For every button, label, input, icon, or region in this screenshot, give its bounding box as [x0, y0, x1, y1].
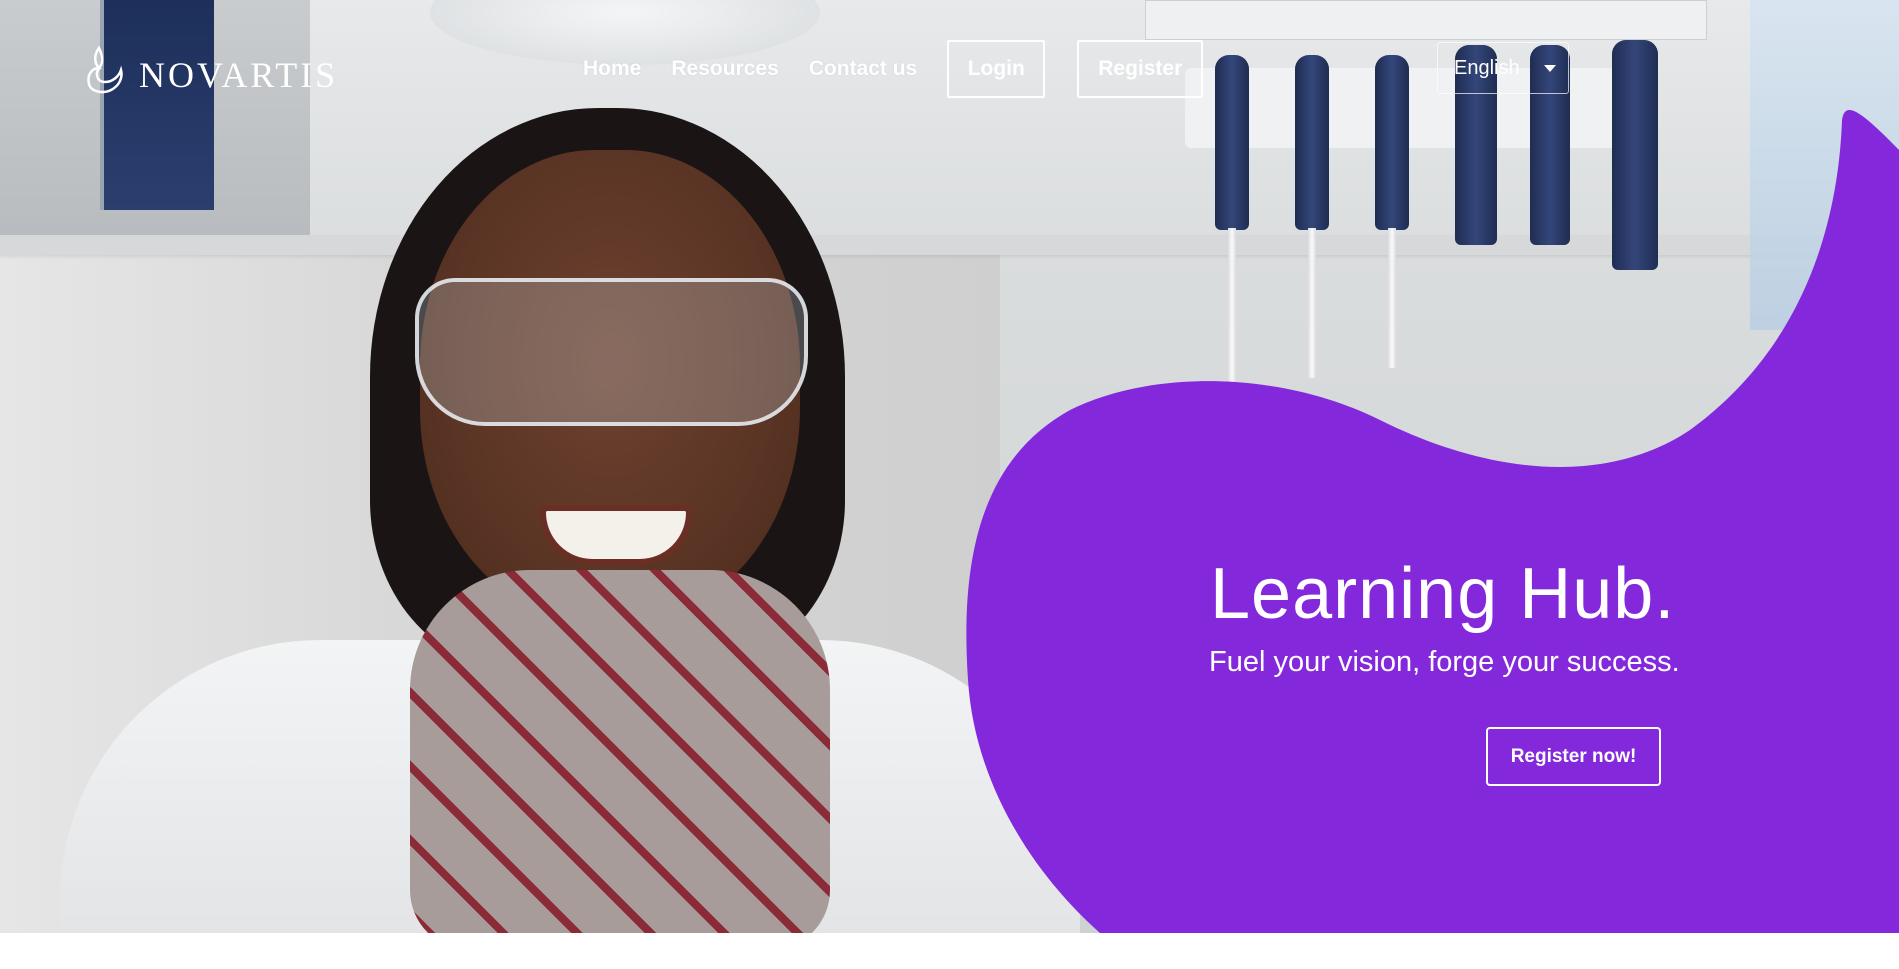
- hero-section: NOVARTIS Home Resources Contact us Login…: [0, 0, 1899, 933]
- brand-logo[interactable]: NOVARTIS: [85, 45, 338, 95]
- login-button[interactable]: Login: [947, 40, 1046, 98]
- main-nav: Home Resources Contact us Login Register: [583, 38, 1446, 100]
- hero-subtitle: Fuel your vision, forge your success.: [1209, 646, 1680, 678]
- register-button[interactable]: Register: [1077, 40, 1204, 98]
- nav-link-resources[interactable]: Resources: [671, 57, 778, 81]
- nav-link-contact[interactable]: Contact us: [809, 57, 918, 81]
- novartis-flame-icon: [87, 46, 123, 94]
- language-select-value: English: [1454, 56, 1520, 79]
- purple-accent-shape: [966, 110, 1899, 933]
- purple-blob-path: [966, 110, 1899, 933]
- hero-title: Learning Hub.: [1210, 554, 1676, 634]
- register-now-button[interactable]: Register now!: [1486, 727, 1661, 786]
- nav-link-home[interactable]: Home: [583, 57, 641, 81]
- caret-down-icon: [1544, 65, 1556, 72]
- language-select[interactable]: English: [1437, 42, 1569, 94]
- brand-logo-text: NOVARTIS: [139, 55, 339, 95]
